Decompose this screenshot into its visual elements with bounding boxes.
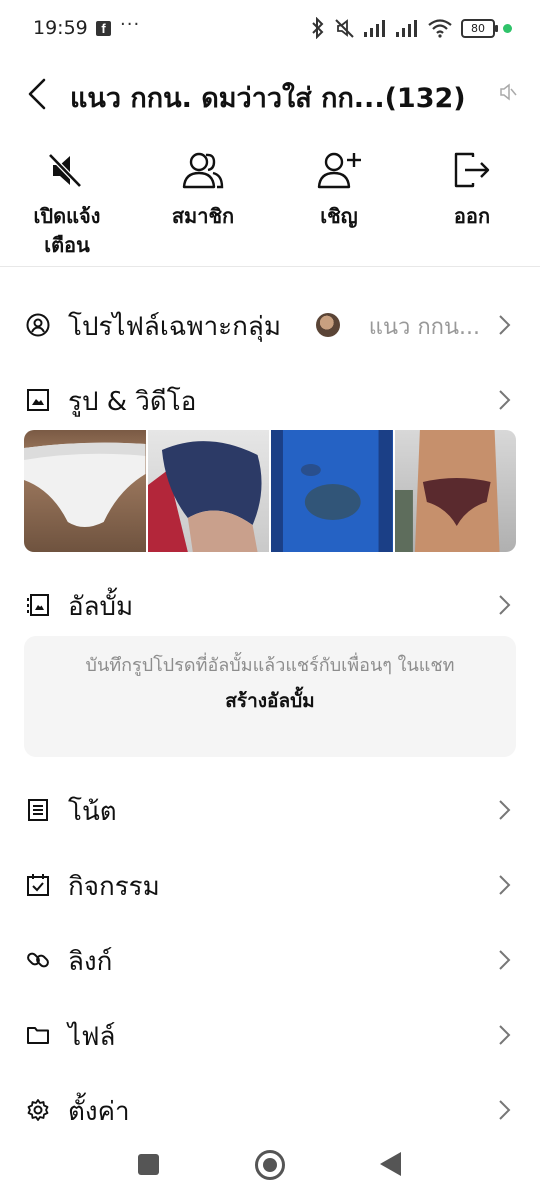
back-arrow-icon[interactable] bbox=[24, 76, 52, 112]
files-row[interactable]: ไฟล์ bbox=[0, 1010, 540, 1060]
chevron-right-icon bbox=[499, 1100, 511, 1120]
profile-icon bbox=[26, 313, 50, 337]
invite-button[interactable]: เชิญ bbox=[279, 140, 399, 231]
members-button[interactable]: สมาชิก bbox=[143, 140, 263, 231]
link-icon bbox=[27, 952, 49, 968]
profile-name-value: แนว กกน... bbox=[368, 315, 480, 340]
chevron-right-icon bbox=[499, 315, 511, 335]
row-label: รูป & วิดีโอ bbox=[68, 387, 197, 417]
chevron-right-icon bbox=[499, 595, 511, 615]
row-label: ไฟล์ bbox=[68, 1022, 116, 1052]
privacy-indicator-dot bbox=[503, 23, 512, 33]
members-icon bbox=[182, 152, 224, 189]
toggle-notifications-button[interactable]: เปิดแจ้ง เตือน bbox=[7, 140, 127, 260]
photo-thumbnail[interactable] bbox=[147, 430, 269, 552]
system-nav-bar bbox=[0, 1140, 540, 1190]
add-person-icon bbox=[317, 152, 361, 189]
exit-icon bbox=[454, 152, 490, 188]
album-icon bbox=[27, 594, 49, 616]
chevron-right-icon bbox=[499, 390, 511, 410]
home-button[interactable] bbox=[255, 1150, 285, 1180]
status-bar: 19:59 f ··· 80 bbox=[0, 0, 540, 58]
row-label: กิจกรรม bbox=[68, 872, 160, 902]
chevron-right-icon bbox=[499, 950, 511, 970]
action-label: สมาชิก bbox=[171, 204, 235, 228]
header: แนว กกน. ดมว่าวใส่ กก...(132) bbox=[0, 62, 540, 126]
photo-strip bbox=[24, 430, 516, 552]
mute-icon bbox=[335, 19, 354, 38]
row-label: อัลบั้ม bbox=[68, 592, 134, 622]
avatar bbox=[316, 313, 340, 337]
bell-off-icon bbox=[48, 153, 82, 188]
create-album-button[interactable]: สร้างอัลบั้ม bbox=[24, 686, 516, 716]
row-label: โปรไฟล์เฉพาะกลุ่ม bbox=[68, 312, 281, 342]
facebook-icon: f bbox=[96, 21, 111, 36]
links-row[interactable]: ลิงก์ bbox=[0, 935, 540, 985]
settings-row[interactable]: ตั้งค่า bbox=[0, 1085, 540, 1135]
album-row[interactable]: อัลบั้ม bbox=[0, 580, 540, 630]
battery-icon: 80 bbox=[461, 18, 498, 38]
divider bbox=[0, 266, 540, 267]
folder-icon bbox=[27, 1027, 49, 1044]
gear-icon bbox=[27, 1099, 49, 1121]
leave-button[interactable]: ออก bbox=[412, 140, 532, 231]
signal-icon bbox=[396, 20, 417, 37]
photo-thumbnail[interactable] bbox=[271, 430, 393, 552]
group-profile-row[interactable]: โปรไฟล์เฉพาะกลุ่ม แนว กกน... bbox=[0, 300, 540, 350]
bluetooth-icon bbox=[312, 17, 324, 39]
note-icon bbox=[28, 799, 48, 821]
chevron-right-icon bbox=[499, 1025, 511, 1045]
row-label: โน้ต bbox=[68, 797, 117, 827]
page-title: แนว กกน. ดมว่าวใส่ กก...(132) bbox=[70, 83, 466, 114]
status-time: 19:59 bbox=[33, 17, 88, 39]
notes-row[interactable]: โน้ต bbox=[0, 785, 540, 835]
muted-speaker-icon bbox=[500, 83, 517, 101]
signal-icon bbox=[364, 20, 385, 37]
calendar-icon bbox=[27, 874, 49, 896]
album-hint-text: บันทึกรูปโปรดที่อัลบั้มแล้วแชร์กับเพื่อน… bbox=[85, 655, 455, 676]
photo-thumbnail[interactable] bbox=[24, 430, 146, 552]
album-empty-state: บันทึกรูปโปรดที่อัลบั้มแล้วแชร์กับเพื่อน… bbox=[24, 636, 516, 757]
action-bar: เปิดแจ้ง เตือน สมาชิก เชิญ ออก bbox=[0, 140, 540, 260]
photos-videos-row[interactable]: รูป & วิดีโอ bbox=[0, 375, 540, 425]
photo-thumbnail[interactable] bbox=[394, 430, 516, 552]
image-icon bbox=[27, 389, 49, 411]
action-label: เชิญ bbox=[320, 204, 358, 228]
recents-button[interactable] bbox=[138, 1154, 159, 1175]
chevron-right-icon bbox=[499, 875, 511, 895]
events-row[interactable]: กิจกรรม bbox=[0, 860, 540, 910]
action-label: ออก bbox=[453, 204, 491, 228]
row-label: ตั้งค่า bbox=[68, 1097, 130, 1127]
wifi-icon bbox=[428, 19, 452, 38]
action-label: เปิดแจ้ง เตือน bbox=[33, 204, 101, 257]
row-label: ลิงก์ bbox=[68, 947, 113, 977]
chevron-right-icon bbox=[499, 800, 511, 820]
system-back-button[interactable] bbox=[380, 1152, 401, 1176]
more-dots-icon: ··· bbox=[120, 14, 141, 35]
